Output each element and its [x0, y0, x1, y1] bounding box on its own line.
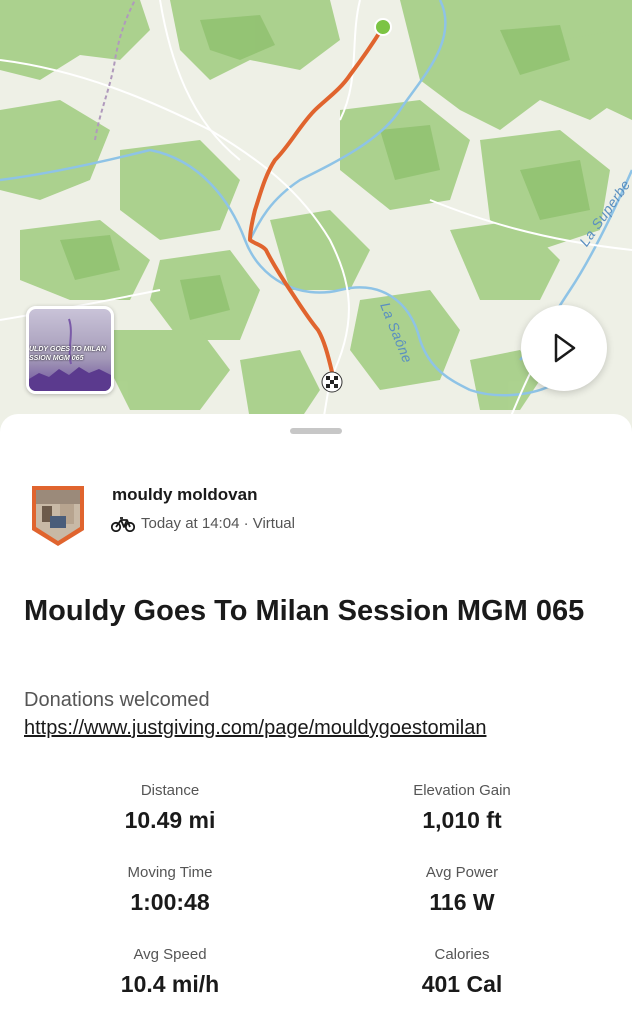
activity-title: Mouldy Goes To Milan Session MGM 065 — [24, 595, 585, 627]
stat-value: 10.49 mi — [124, 807, 216, 833]
stat-label: Distance — [140, 782, 200, 799]
stat-label: Calories — [434, 946, 490, 963]
stat-value: 116 W — [429, 889, 495, 915]
sheet-drag-handle[interactable] — [290, 428, 342, 434]
route-map[interactable]: La Saône La Superbe ULDY GOES TO MILAN S… — [0, 0, 632, 440]
stat-label: Avg Power — [425, 864, 499, 881]
play-flyby-button[interactable] — [521, 305, 607, 391]
start-marker — [374, 18, 392, 36]
stat-avg-speed: Avg Speed 10.4 mi/h — [50, 946, 290, 998]
finish-flag-icon — [321, 371, 343, 393]
stat-value: 1,010 ft — [422, 807, 502, 833]
activity-time: Today at 14:04 · Virtual — [141, 515, 295, 532]
stat-value: 10.4 mi/h — [120, 971, 220, 997]
activity-description: Donations welcomed — [24, 689, 210, 711]
stat-value: 401 Cal — [421, 971, 503, 997]
avatar[interactable] — [30, 484, 86, 548]
activity-detail-sheet: mouldy moldovan Today at 14:04 · Virtual… — [0, 414, 632, 1024]
thumbnail-caption: ULDY GOES TO MILAN SSION MGM 065 — [29, 346, 106, 362]
stat-value: 1:00:48 — [130, 889, 210, 915]
stat-avg-power: Avg Power 116 W — [342, 864, 582, 916]
play-icon — [554, 333, 576, 363]
stat-distance: Distance 10.49 mi — [50, 782, 290, 834]
photo-thumbnail[interactable]: ULDY GOES TO MILAN SSION MGM 065 — [26, 306, 114, 394]
description-link[interactable]: https://www.justgiving.com/page/mouldygo… — [24, 717, 486, 740]
stat-label: Moving Time — [127, 864, 213, 881]
stat-calories: Calories 401 Cal — [342, 946, 582, 998]
bike-icon — [111, 516, 135, 532]
athlete-name[interactable]: mouldy moldovan — [112, 485, 257, 505]
stat-elevation-gain: Elevation Gain 1,010 ft — [342, 782, 582, 834]
stat-moving-time: Moving Time 1:00:48 — [50, 864, 290, 916]
stat-label: Avg Speed — [133, 946, 207, 963]
stat-label: Elevation Gain — [413, 782, 511, 799]
activity-meta: Today at 14:04 · Virtual — [111, 515, 295, 532]
